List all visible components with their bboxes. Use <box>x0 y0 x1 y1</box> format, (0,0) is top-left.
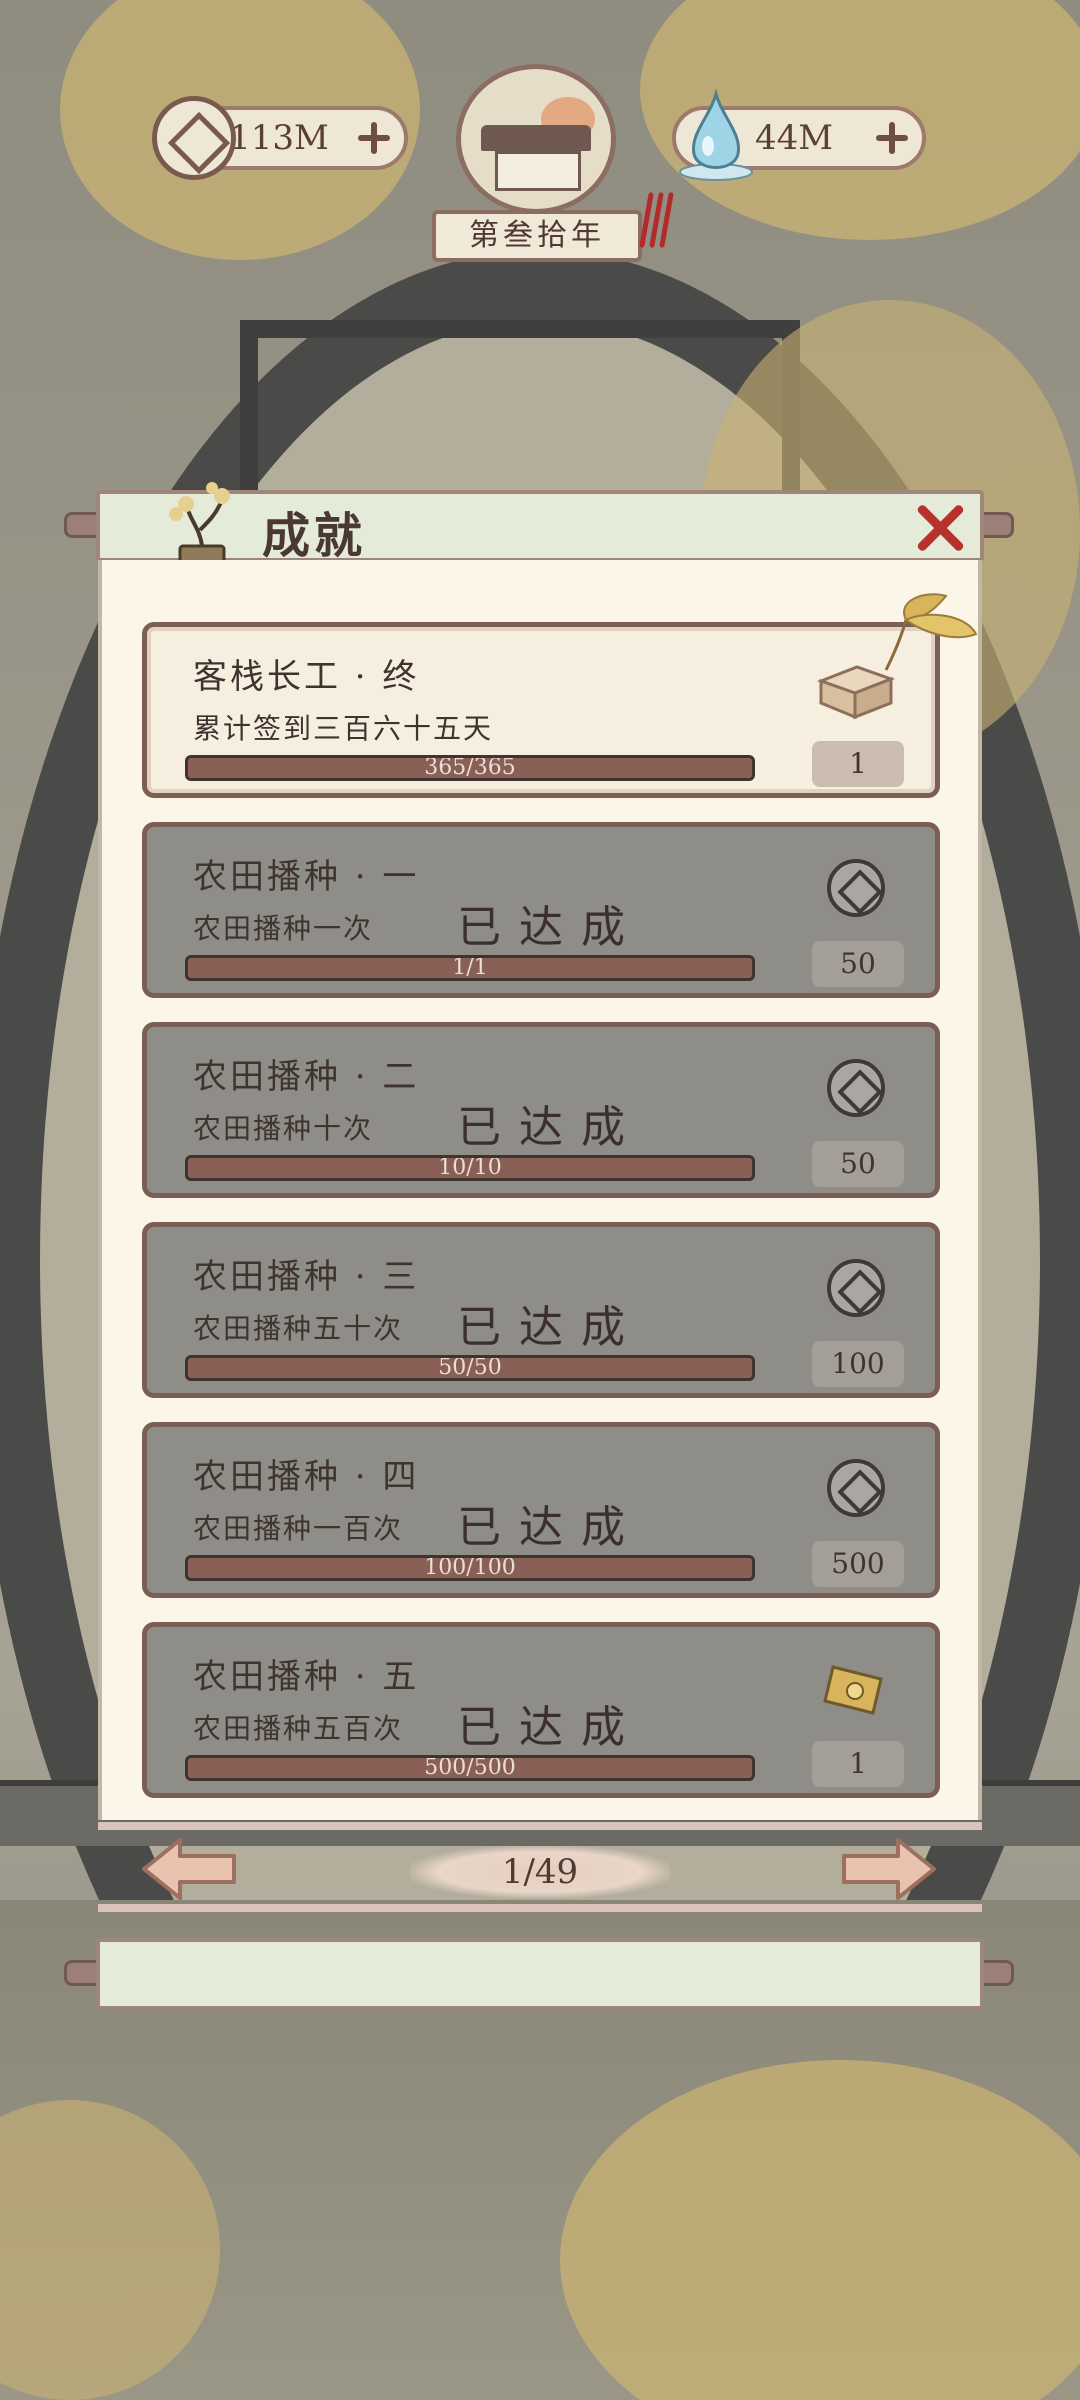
coin-icon <box>827 1459 885 1517</box>
panel-title: 成就 <box>262 508 367 564</box>
coin-icon <box>827 859 885 917</box>
achievement-card[interactable]: 农田播种 · 二 农田播种十次 已达成 10/10 50 <box>142 1022 940 1198</box>
close-icon[interactable] <box>912 498 968 554</box>
achievement-title: 客栈长工 · 终 <box>193 657 420 697</box>
achievement-description: 农田播种五百次 <box>193 1712 404 1745</box>
achievement-title: 农田播种 · 三 <box>193 1257 420 1297</box>
crest-roof-decoration <box>481 125 591 151</box>
progress-text: 365/365 <box>424 755 516 780</box>
bonsai-icon <box>169 482 230 564</box>
achievement-card[interactable]: 客栈长工 · 终 累计签到三百六十五天 365/365 1 <box>142 622 940 798</box>
completed-label: 已达成 <box>457 1102 643 1153</box>
pager-divider <box>98 1904 982 1912</box>
incense-sticks-decoration <box>639 191 674 249</box>
ticket-icon <box>823 1665 883 1715</box>
progress-text: 10/10 <box>438 1155 502 1180</box>
reward-amount: 100 <box>812 1341 904 1387</box>
water-drop-icon <box>679 88 753 181</box>
progress-text: 50/50 <box>438 1355 502 1380</box>
page-indicator: 1/49 <box>410 1846 670 1898</box>
pager-divider <box>98 1822 982 1830</box>
completed-label: 已达成 <box>457 902 643 953</box>
achievement-card[interactable]: 农田播种 · 四 农田播种一百次 已达成 100/100 500 <box>142 1422 940 1598</box>
next-page-arrow-icon[interactable] <box>838 1836 938 1902</box>
crest-house-decoration <box>495 151 581 191</box>
achievement-title: 农田播种 · 四 <box>193 1457 420 1497</box>
achievement-title: 农田播种 · 五 <box>193 1657 420 1697</box>
progress-bar: 365/365 <box>185 755 755 781</box>
year-crest-emblem[interactable] <box>456 64 616 214</box>
achievement-description: 农田播种十次 <box>193 1112 374 1145</box>
ginkgo-leaf-icon <box>884 593 978 671</box>
reward-amount: 1 <box>812 741 904 787</box>
achievement-card[interactable]: 农田播种 · 三 农田播种五十次 已达成 50/50 100 <box>142 1222 940 1398</box>
add-water-plus-icon[interactable] <box>872 118 912 158</box>
progress-bar: 10/10 <box>185 1155 755 1181</box>
progress-text: 500/500 <box>424 1755 516 1780</box>
reward-amount: 500 <box>812 1541 904 1587</box>
progress-text: 100/100 <box>424 1555 516 1580</box>
achievement-description: 农田播种五十次 <box>193 1312 404 1345</box>
achievement-description: 累计签到三百六十五天 <box>193 712 494 745</box>
reward-amount: 1 <box>812 1741 904 1787</box>
add-coins-plus-icon[interactable] <box>354 118 394 158</box>
progress-bar: 50/50 <box>185 1355 755 1381</box>
year-label: 第叁拾年 <box>432 210 642 262</box>
prev-page-arrow-icon[interactable] <box>140 1836 240 1902</box>
reward-amount: 50 <box>812 941 904 987</box>
progress-bar: 1/1 <box>185 955 755 981</box>
completed-label: 已达成 <box>457 1502 643 1553</box>
achievement-description: 农田播种一百次 <box>193 1512 404 1545</box>
reward-amount: 50 <box>812 1141 904 1187</box>
achievement-title: 农田播种 · 一 <box>193 857 420 897</box>
progress-bar: 100/100 <box>185 1555 755 1581</box>
completed-label: 已达成 <box>457 1302 643 1353</box>
progress-text: 1/1 <box>452 955 488 980</box>
completed-label: 已达成 <box>457 1702 643 1753</box>
achievements-panel-footer <box>96 1938 984 2010</box>
achievement-title: 农田播种 · 二 <box>193 1057 420 1097</box>
progress-bar: 500/500 <box>185 1755 755 1781</box>
achievement-card[interactable]: 农田播种 · 五 农田播种五百次 已达成 500/500 1 <box>142 1622 940 1798</box>
coin-icon <box>827 1059 885 1117</box>
coin-icon <box>152 96 236 180</box>
coin-icon <box>827 1259 885 1317</box>
achievement-description: 农田播种一次 <box>193 912 374 945</box>
achievement-card[interactable]: 农田播种 · 一 农田播种一次 已达成 1/1 50 <box>142 822 940 998</box>
